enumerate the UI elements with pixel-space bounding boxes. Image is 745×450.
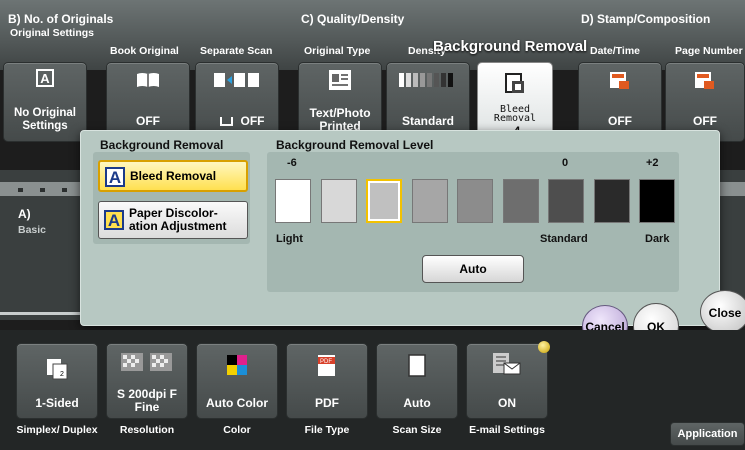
original-settings-tile[interactable]: A No Original Settings (3, 62, 87, 142)
level-min-label: -6 (287, 157, 297, 169)
sub-book-original: Book Original (110, 45, 179, 57)
removal-level-heading: Background Removal Level (276, 138, 434, 152)
svg-text:PDF: PDF (320, 359, 332, 365)
settings-header-bar (0, 0, 745, 70)
standard-label: Standard (540, 233, 588, 245)
group-header-quality: C) Quality/Density (301, 12, 405, 26)
page-number-value: OFF (693, 114, 717, 128)
scan-size-tile[interactable]: Auto (376, 343, 458, 419)
sub-original-settings: Original Settings (10, 27, 95, 39)
simplex-duplex-value: 1-Sided (35, 396, 79, 410)
level-swatch[interactable] (548, 179, 584, 223)
resolution-icon (121, 353, 172, 371)
email-settings-value: ON (498, 396, 516, 410)
level-swatch[interactable] (593, 179, 630, 223)
separate-scan-label: OFF (240, 114, 265, 128)
density-scale-icon (399, 73, 453, 87)
page-number-icon (695, 72, 714, 89)
separate-scan-icon (214, 73, 259, 87)
level-swatch[interactable] (320, 179, 357, 223)
group-header-stamp: D) Stamp/Composition (581, 12, 711, 26)
bleed-removal-label: Bleed Removal (130, 169, 217, 183)
paper-discoloration-label: Paper Discolor-ation Adjustment (129, 206, 227, 233)
original-a-icon: A (36, 69, 54, 87)
sub-original-type: Original Type (304, 45, 371, 57)
level-swatch[interactable] (502, 179, 539, 223)
background-removal-mode: Bleed Removal (493, 104, 537, 124)
dialog-title: Background Removal (433, 38, 588, 55)
file-type-tile[interactable]: PDF PDF (286, 343, 368, 419)
sub-date-time: Date/Time (590, 45, 640, 57)
original-settings-value: No Original Settings (14, 107, 76, 132)
color-icon (227, 355, 247, 375)
basic-label[interactable]: Basic (18, 224, 46, 236)
level-swatch[interactable] (366, 179, 402, 223)
close-button[interactable]: Close (700, 290, 745, 334)
simplex-duplex-tile[interactable]: 2 1-Sided (16, 343, 98, 419)
color-caption: Color (223, 424, 251, 436)
pdf-file-icon: PDF (318, 355, 335, 376)
scan-size-icon (408, 354, 426, 377)
group-header-originals: B) No. of Originals (8, 12, 114, 26)
bleed-removal-option[interactable]: A Bleed Removal (98, 160, 248, 192)
group-label-a: A) (18, 207, 31, 221)
one-sided-icon: 2 (47, 359, 68, 380)
svg-text:2: 2 (60, 371, 64, 378)
file-type-caption: File Type (304, 424, 350, 436)
background-removal-icon (505, 73, 524, 93)
email-settings-tile[interactable]: ON (466, 343, 548, 419)
level-max-label: +2 (646, 157, 659, 169)
level-zero-label: 0 (562, 157, 569, 169)
simplex-duplex-caption: Simplex/ Duplex (16, 424, 98, 436)
dark-label: Dark (645, 233, 670, 245)
level-swatch[interactable] (275, 179, 311, 223)
level-swatch[interactable] (411, 179, 448, 223)
scan-size-caption: Scan Size (392, 424, 442, 436)
application-button[interactable]: Application (670, 422, 745, 446)
status-indicator-icon (538, 341, 550, 353)
book-original-value: OFF (136, 114, 160, 128)
date-time-value: OFF (608, 114, 632, 128)
density-value: Standard (401, 114, 454, 128)
tab-dot (40, 188, 45, 192)
tab-dot (18, 188, 23, 192)
removal-mode-heading: Background Removal (100, 138, 224, 152)
email-settings-caption: E-mail Settings (469, 424, 545, 436)
tray-icon (219, 117, 233, 127)
text-photo-icon (329, 70, 351, 90)
level-swatch[interactable] (457, 179, 493, 223)
sub-separate-scan: Separate Scan (200, 45, 273, 57)
paper-discoloration-option[interactable]: A Paper Discolor-ation Adjustment (98, 201, 248, 239)
color-value: Auto Color (206, 396, 268, 410)
light-label: Light (276, 233, 303, 245)
color-tile[interactable]: Auto Color (196, 343, 278, 419)
resolution-tile[interactable]: S 200dpi F Fine (106, 343, 188, 419)
resolution-value: S 200dpi F Fine (116, 387, 178, 414)
auto-level-button[interactable]: Auto (422, 255, 524, 283)
a-letter-icon: A (105, 167, 125, 187)
file-type-value: PDF (315, 396, 339, 410)
left-divider (0, 312, 80, 315)
scan-size-value: Auto (403, 396, 431, 410)
email-settings-icon (493, 353, 521, 375)
separate-scan-value: OFF (206, 115, 278, 128)
tab-dot (62, 188, 67, 192)
book-icon (137, 73, 159, 87)
a-letter-icon: A (104, 210, 124, 230)
date-stamp-icon (610, 72, 629, 89)
resolution-caption: Resolution (119, 424, 175, 436)
sub-page-number: Page Number (675, 45, 743, 57)
level-swatch[interactable] (639, 179, 675, 223)
